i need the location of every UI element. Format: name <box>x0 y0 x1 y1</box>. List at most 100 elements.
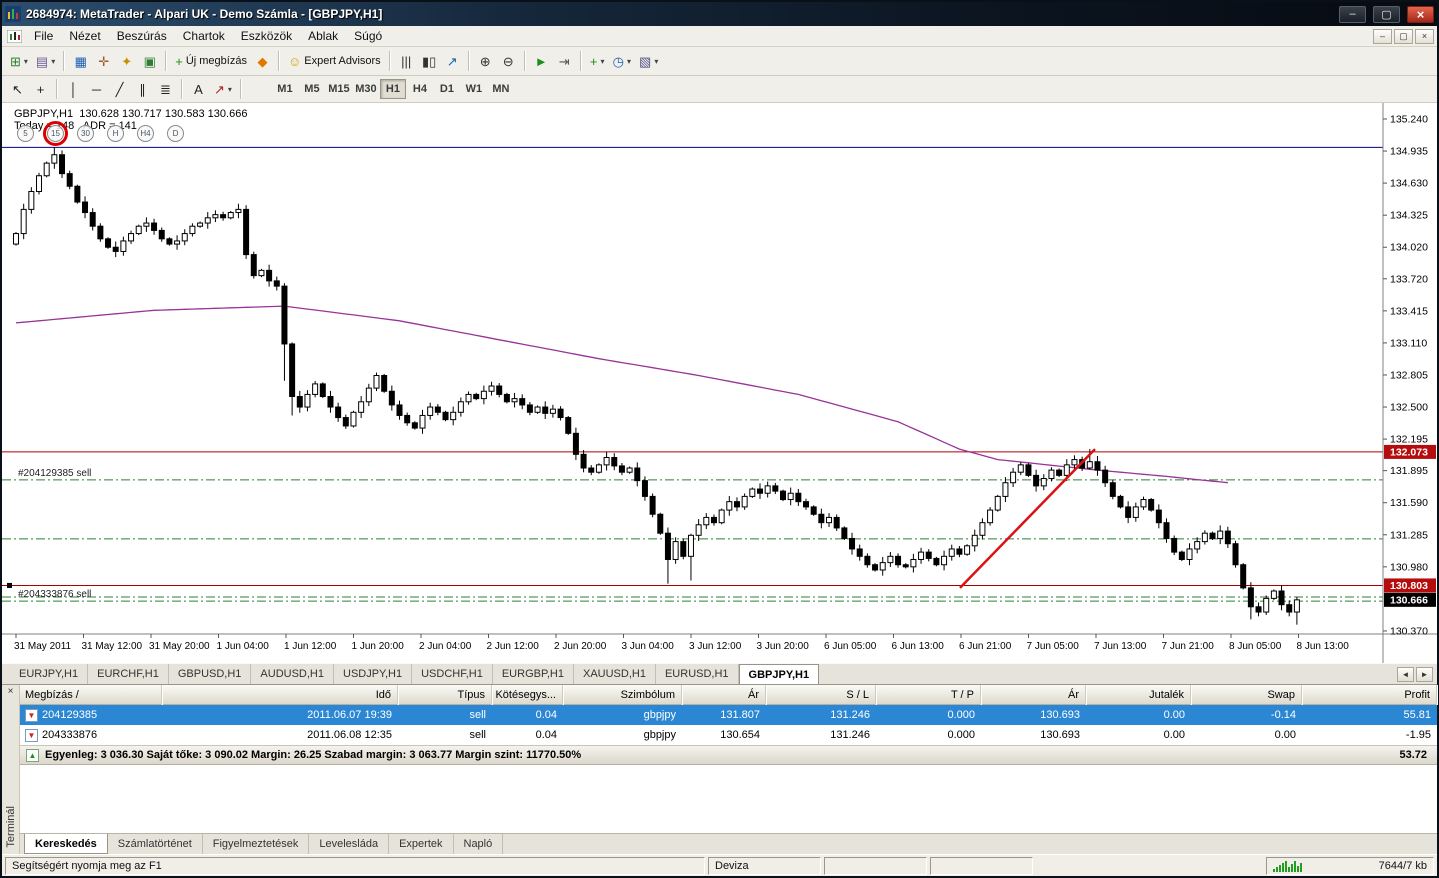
trendline-button[interactable]: ╱ <box>108 78 131 100</box>
chart-shift-button[interactable]: ⇥ <box>553 50 576 72</box>
candle-body <box>451 412 456 419</box>
expert-advisors-button[interactable]: ☺Expert Advisors <box>284 50 385 72</box>
menu-file[interactable]: File <box>26 27 61 45</box>
arrows-button[interactable]: ↗▾ <box>210 78 236 100</box>
chart-tab-gbpusd[interactable]: GBPUSD,H1 <box>169 664 252 684</box>
chart-tab-eurgbp[interactable]: EURGBP,H1 <box>493 664 574 684</box>
column-header-6[interactable]: S / L <box>766 685 876 705</box>
timeframe-h4-button[interactable]: H4 <box>407 79 433 99</box>
candle-body <box>704 517 709 524</box>
timeframe-m1-button[interactable]: M1 <box>272 79 298 99</box>
candle-body <box>573 433 578 454</box>
chart-tab-eurjpy[interactable]: EURJPY,H1 <box>10 664 88 684</box>
terminal-tab-napló[interactable]: Napló <box>454 834 504 854</box>
quick-tf-d-button[interactable]: D <box>167 125 184 142</box>
candle-body <box>1072 460 1077 465</box>
chart-tabs-scroll-left-button[interactable]: ◄ <box>1397 667 1414 682</box>
column-header-4[interactable]: Szimbólum <box>563 685 682 705</box>
terminal-tab-figyelmeztetések[interactable]: Figyelmeztetések <box>203 834 310 854</box>
bar-chart-button[interactable]: ||| <box>395 50 418 72</box>
navigator-button[interactable]: ✦ <box>115 50 138 72</box>
fibonacci-button[interactable]: ≣ <box>154 78 177 100</box>
quick-tf-h4-button[interactable]: H4 <box>137 125 154 142</box>
profiles-button[interactable]: ▤▾ <box>32 50 59 72</box>
mdi-close-button[interactable]: × <box>1415 29 1434 44</box>
order-row[interactable]: ▼2043338762011.06.08 12:35sell0.04gbpjpy… <box>20 725 1437 745</box>
terminal-tab-számlatörténet[interactable]: Számlatörténet <box>108 834 203 854</box>
column-header-8[interactable]: Ár <box>981 685 1086 705</box>
text-button[interactable]: A <box>187 78 210 100</box>
terminal-close-icon[interactable]: × <box>8 687 14 697</box>
data-window-button[interactable]: ✛ <box>92 50 115 72</box>
candle-body <box>504 394 509 401</box>
timeframe-mn-button[interactable]: MN <box>488 79 514 99</box>
candle-body <box>627 468 632 472</box>
mdi-minimize-button[interactable]: – <box>1373 29 1392 44</box>
timeframe-m30-button[interactable]: M30 <box>353 79 379 99</box>
column-header-1[interactable]: Idő <box>162 685 398 705</box>
quick-tf-h-button[interactable]: H <box>107 125 124 142</box>
zoom-out-button[interactable]: ⊖ <box>497 50 520 72</box>
price-tick-label: 131.285 <box>1390 529 1428 541</box>
column-header-11[interactable]: Profit <box>1302 685 1437 705</box>
menu-beszúrás[interactable]: Beszúrás <box>109 27 175 45</box>
terminal-tab-expertek[interactable]: Expertek <box>389 834 453 854</box>
menu-chartok[interactable]: Chartok <box>175 27 233 45</box>
order-row[interactable]: ▼2041293852011.06.07 19:39sell0.04gbpjpy… <box>20 705 1437 725</box>
chart-tab-eurchf[interactable]: EURCHF,H1 <box>88 664 169 684</box>
chart-tabs-scroll-right-button[interactable]: ► <box>1416 667 1433 682</box>
candle-body <box>236 209 241 212</box>
chart-tab-xauusd[interactable]: XAUUSD,H1 <box>574 664 656 684</box>
column-header-9[interactable]: Jutalék <box>1086 685 1191 705</box>
column-header-10[interactable]: Swap <box>1191 685 1302 705</box>
column-header-0[interactable]: Megbízás / <box>20 685 162 705</box>
chart-tab-audusd[interactable]: AUDUSD,H1 <box>251 664 334 684</box>
candlestick-chart-button[interactable]: ▮▯ <box>418 50 441 72</box>
horizontal-line-button[interactable]: ─ <box>85 78 108 100</box>
auto-scroll-button[interactable]: ► <box>530 50 553 72</box>
price-chart[interactable]: #204129385 sell#204333876 sell135.240134… <box>2 103 1437 663</box>
close-button[interactable]: × <box>1407 6 1434 23</box>
maximize-button[interactable]: ▢ <box>1373 6 1400 23</box>
new-order-button[interactable]: +Új megbízás <box>171 50 251 72</box>
chart-area[interactable]: #204129385 sell#204333876 sell135.240134… <box>2 103 1437 663</box>
column-header-5[interactable]: Ár <box>682 685 766 705</box>
metaeditor-button[interactable]: ◆ <box>251 50 274 72</box>
column-header-7[interactable]: T / P <box>876 685 981 705</box>
menu-ablak[interactable]: Ablak <box>300 27 346 45</box>
timeframe-w1-button[interactable]: W1 <box>461 79 487 99</box>
crosshair-button[interactable]: + <box>29 78 52 100</box>
quick-tf-5-button[interactable]: 5 <box>17 125 34 142</box>
quick-tf-30-button[interactable]: 30 <box>77 125 94 142</box>
chart-tab-usdchf[interactable]: USDCHF,H1 <box>412 664 493 684</box>
menu-súgó[interactable]: Súgó <box>346 27 390 45</box>
indicators-button[interactable]: +▾ <box>586 50 609 72</box>
timeframe-d1-button[interactable]: D1 <box>434 79 460 99</box>
new-chart-button[interactable]: ⊞▾ <box>6 50 32 72</box>
candle-body <box>1271 591 1276 598</box>
templates-button[interactable]: ▧▾ <box>635 50 662 72</box>
line-chart-button[interactable]: ↗ <box>441 50 464 72</box>
minimize-button[interactable]: – <box>1339 6 1366 23</box>
column-header-3[interactable]: Kötésegys... <box>492 685 563 705</box>
chart-tab-eurusd[interactable]: EURUSD,H1 <box>656 664 739 684</box>
terminal-tab-levelesláda[interactable]: Levelesláda <box>309 834 389 854</box>
market-watch-button[interactable]: ▦ <box>69 50 92 72</box>
timeframe-m15-button[interactable]: M15 <box>326 79 352 99</box>
menu-eszközök[interactable]: Eszközök <box>233 27 300 45</box>
terminal-button[interactable]: ▣ <box>138 50 161 72</box>
column-header-2[interactable]: Típus <box>398 685 492 705</box>
terminal-tab-kereskedés[interactable]: Kereskedés <box>24 834 108 854</box>
periods-button[interactable]: ◷▾ <box>609 50 635 72</box>
hline-handle[interactable] <box>7 583 12 588</box>
cursor-button[interactable]: ↖ <box>6 78 29 100</box>
chart-tab-gbpjpy[interactable]: GBPJPY,H1 <box>739 664 820 684</box>
channel-button[interactable]: ∥ <box>131 78 154 100</box>
timeframe-h1-button[interactable]: H1 <box>380 79 406 99</box>
vertical-line-button[interactable]: │ <box>62 78 85 100</box>
timeframe-m5-button[interactable]: M5 <box>299 79 325 99</box>
zoom-in-button[interactable]: ⊕ <box>474 50 497 72</box>
mdi-restore-button[interactable]: ▢ <box>1394 29 1413 44</box>
menu-nézet[interactable]: Nézet <box>61 27 108 45</box>
chart-tab-usdjpy[interactable]: USDJPY,H1 <box>334 664 412 684</box>
